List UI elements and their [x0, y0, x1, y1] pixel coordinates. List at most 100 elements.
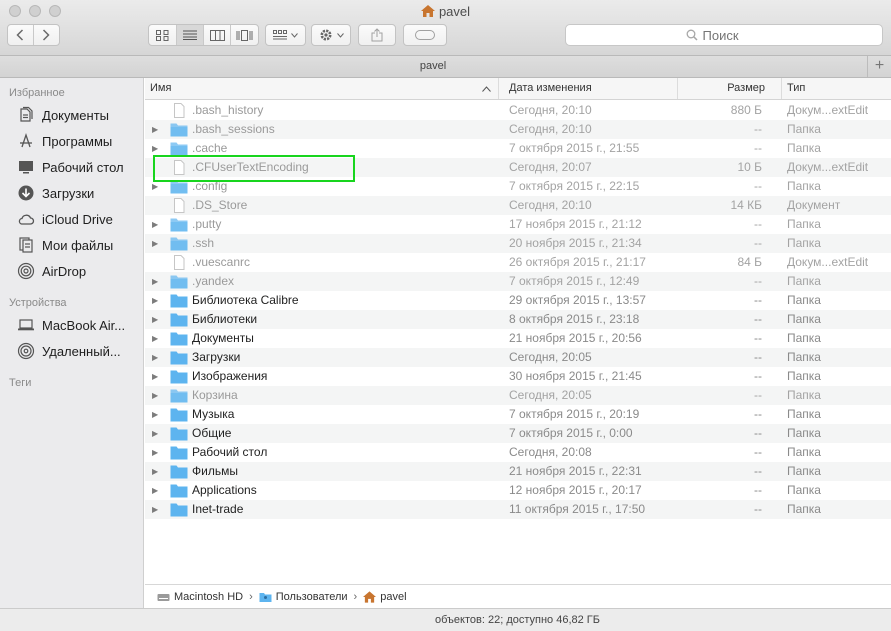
disclosure-triangle-icon[interactable]: ▶ [152, 215, 162, 234]
file-size: -- [754, 426, 762, 440]
file-size: 10 Б [737, 160, 762, 174]
cloud-icon [18, 214, 35, 225]
annotation-highlight [153, 155, 355, 182]
table-row[interactable]: ▶ Загрузки Сегодня, 20:05 -- Папка [145, 348, 891, 367]
table-row[interactable]: ▶ Библиотека Calibre 29 октября 2015 г., 1… [145, 291, 891, 310]
path-item-home[interactable]: pavel [363, 591, 407, 603]
table-row[interactable]: ▶ .putty 17 ноября 2015 г., 21:12 -- Папка [145, 215, 891, 234]
folder-icon [170, 332, 188, 346]
file-size: -- [754, 388, 762, 402]
table-row[interactable]: ▶ Общие 7 октября 2015 г., 0:00 -- Папка [145, 424, 891, 443]
table-row[interactable]: ▶ Корзина Сегодня, 20:05 -- Папка [145, 386, 891, 405]
disclosure-triangle-icon[interactable]: ▶ [152, 272, 162, 291]
arrange-button[interactable] [265, 24, 306, 46]
sidebar-item-macbook[interactable]: MacBook Air... [17, 315, 125, 335]
new-tab-button[interactable]: + [867, 56, 891, 77]
column-size[interactable]: Размер [678, 78, 782, 99]
column-date[interactable]: Дата изменения [504, 78, 678, 99]
file-name: .yandex [192, 274, 235, 288]
share-button[interactable] [358, 24, 396, 46]
folder-icon [170, 294, 188, 308]
disclosure-triangle-icon[interactable]: ▶ [152, 234, 162, 253]
view-icons-button[interactable] [149, 25, 177, 45]
file-name: Библиотеки [192, 312, 258, 326]
table-row[interactable]: ▶ Inet-trade 11 октября 2015 г., 17:50 -- Па… [145, 500, 891, 519]
disclosure-triangle-icon[interactable]: ▶ [152, 310, 162, 329]
table-row[interactable]: ▶ Библиотеки 8 октября 2015 г., 23:18 -- Пап… [145, 310, 891, 329]
sidebar-item-all-files[interactable]: Мои файлы [17, 235, 113, 255]
search-input[interactable] [702, 27, 763, 43]
disclosure-triangle-icon[interactable]: ▶ [152, 120, 162, 139]
disclosure-triangle-icon[interactable]: ▶ [152, 481, 162, 500]
table-row[interactable]: ▶ Фильмы 21 ноября 2015 г., 22:31 -- Папка [145, 462, 891, 481]
sidebar-item-icloud[interactable]: iCloud Drive [17, 209, 113, 229]
sidebar-item-airdrop[interactable]: AirDrop [17, 261, 86, 281]
view-columns-button[interactable] [204, 25, 231, 45]
disclosure-triangle-icon[interactable]: ▶ [152, 329, 162, 348]
file-date: 30 ноября 2015 г., 21:45 [509, 369, 642, 383]
table-row[interactable]: ▶ .yandex 7 октября 2015 г., 12:49 -- Папка [145, 272, 891, 291]
tab-bar: pavel + [0, 56, 891, 78]
file-date: 7 октября 2015 г., 0:00 [509, 426, 633, 440]
disclosure-triangle-icon[interactable]: ▶ [152, 386, 162, 405]
table-row[interactable]: ▶ Рабочий стол Сегодня, 20:08 -- Папка [145, 443, 891, 462]
view-list-button[interactable] [177, 25, 204, 45]
file-size: -- [754, 312, 762, 326]
sort-ascending-icon [482, 86, 491, 92]
path-item-disk[interactable]: Macintosh HD [157, 591, 243, 603]
file-size: -- [754, 122, 762, 136]
table-row[interactable]: ▶ Изображения 30 ноября 2015 г., 21:45 -- Па… [145, 367, 891, 386]
view-coverflow-button[interactable] [231, 25, 258, 45]
sidebar-item-label: Мои файлы [42, 237, 114, 253]
disclosure-triangle-icon[interactable]: ▶ [152, 462, 162, 481]
table-row[interactable]: ▶ .bash_sessions Сегодня, 20:10 -- Папка [145, 120, 891, 139]
folder-icon [170, 123, 188, 137]
table-row[interactable]: .DS_Store Сегодня, 20:10 14 КБ Документ [145, 196, 891, 215]
file-size: -- [754, 331, 762, 345]
tab-pavel[interactable]: pavel [0, 60, 866, 72]
table-row[interactable]: ▶ Applications 12 ноября 2015 г., 20:17 -- П… [145, 481, 891, 500]
column-kind[interactable]: Тип [782, 78, 891, 99]
sidebar-item-downloads[interactable]: Загрузки [17, 183, 94, 203]
column-name[interactable]: Имя [145, 78, 499, 99]
file-name: .DS_Store [192, 198, 248, 212]
back-button[interactable] [8, 25, 34, 45]
disclosure-triangle-icon[interactable]: ▶ [152, 424, 162, 443]
path-separator: › [353, 590, 358, 603]
file-date: 11 октября 2015 г., 17:50 [509, 502, 646, 516]
disclosure-triangle-icon[interactable]: ▶ [152, 348, 162, 367]
column-header: Имя Дата изменения Размер Тип [145, 78, 891, 100]
file-size: -- [754, 293, 762, 307]
file-name: Документы [192, 331, 254, 345]
file-kind: Докум...extEdit [787, 255, 869, 269]
disclosure-triangle-icon[interactable]: ▶ [152, 500, 162, 519]
document-icon [174, 198, 185, 213]
document-icon [174, 255, 185, 270]
table-row[interactable]: ▶ Музыка 7 октября 2015 г., 20:19 -- Папка [145, 405, 891, 424]
table-row[interactable]: .bash_history Сегодня, 20:10 880 Б Докум...… [145, 101, 891, 120]
disclosure-triangle-icon[interactable]: ▶ [152, 405, 162, 424]
sidebar-item-desktop[interactable]: Рабочий стол [17, 157, 124, 177]
file-date: 29 октября 2015 г., 13:57 [509, 293, 646, 307]
folder-icon [170, 503, 188, 517]
action-button[interactable] [311, 24, 351, 46]
folder-icon [170, 313, 188, 327]
forward-button[interactable] [34, 25, 59, 45]
disclosure-triangle-icon[interactable]: ▶ [152, 443, 162, 462]
search-field[interactable] [565, 24, 883, 46]
sidebar-item-documents[interactable]: Документы [17, 105, 109, 125]
file-size: -- [754, 141, 762, 155]
table-row[interactable]: ▶ Документы 21 ноября 2015 г., 20:56 -- Папк… [145, 329, 891, 348]
path-item-users[interactable]: Пользователи [259, 591, 348, 603]
tags-button[interactable] [403, 24, 447, 46]
sidebar-item-applications[interactable]: Программы [17, 131, 112, 151]
file-kind: Папка [787, 369, 821, 383]
disclosure-triangle-icon[interactable]: ▶ [152, 291, 162, 310]
table-row[interactable]: .vuescanrc 26 октября 2015 г., 21:17 84 Б Д… [145, 253, 891, 272]
file-name: .ssh [192, 236, 215, 250]
sidebar-item-remote-disc[interactable]: Удаленный... [17, 341, 121, 361]
folder-icon [170, 389, 188, 403]
sidebar-item-label: MacBook Air... [42, 317, 126, 333]
table-row[interactable]: ▶ .ssh 20 ноября 2015 г., 21:34 -- Папка [145, 234, 891, 253]
disclosure-triangle-icon[interactable]: ▶ [152, 367, 162, 386]
